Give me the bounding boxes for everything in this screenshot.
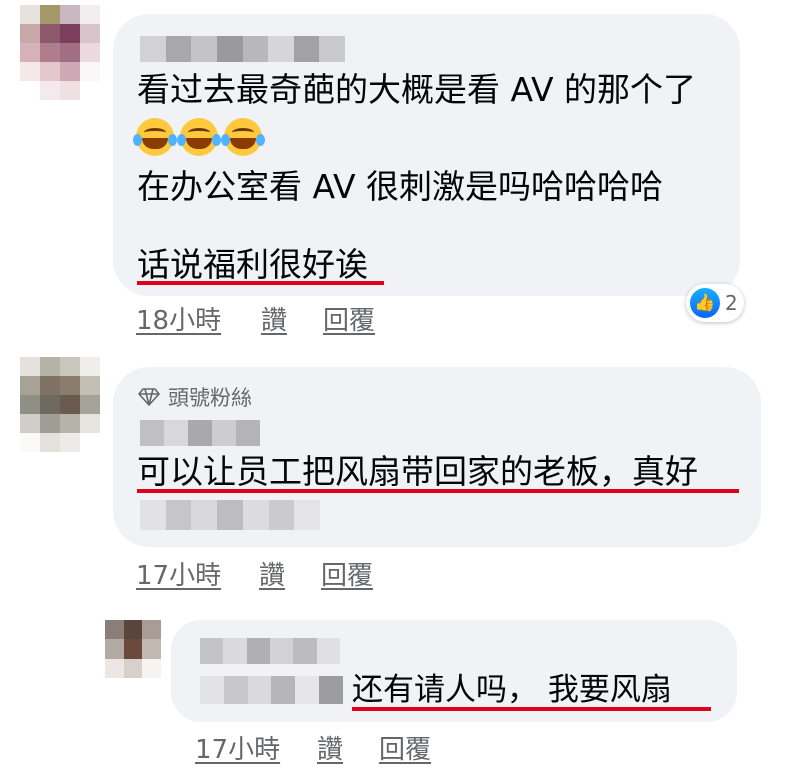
avatar[interactable] (20, 5, 100, 100)
commenter-name-redacted[interactable] (140, 420, 260, 446)
timestamp-link[interactable]: 17小時 (136, 555, 221, 592)
timestamp-link[interactable]: 17小時 (195, 729, 280, 766)
face-with-tears-of-joy-icon (177, 118, 221, 156)
comment-text-line-highlighted: 还有请人吗， 我要风扇 (352, 672, 672, 708)
avatar[interactable] (20, 357, 100, 452)
timestamp-link[interactable]: 18小時 (136, 300, 221, 337)
reply-button[interactable]: 回覆 (379, 729, 431, 766)
highlight-underline (137, 489, 739, 493)
highlight-underline (352, 707, 711, 711)
like-button[interactable]: 讚 (317, 729, 343, 766)
highlight-underline (137, 281, 384, 285)
badge-label: 頭號粉絲 (168, 386, 252, 410)
like-button[interactable]: 讚 (261, 300, 287, 337)
commenter-name-redacted[interactable] (140, 36, 345, 62)
comment-text-line: 在办公室看 AV 很刺激是吗哈哈哈哈 (137, 167, 664, 206)
reply-button[interactable]: 回覆 (323, 300, 375, 337)
reaction-summary[interactable]: 👍 2 (686, 284, 744, 322)
comment-text-line: 看过去最奇葩的大概是看 AV 的那个了 (137, 70, 697, 109)
reaction-count: 2 (725, 291, 738, 315)
comment-text-redacted (140, 500, 321, 530)
comment-text-line-highlighted: 可以让员工把风扇带回家的老板，真好 (137, 452, 698, 491)
diamond-icon (138, 388, 160, 406)
comment-emoji-row (133, 118, 268, 156)
avatar[interactable] (105, 620, 161, 678)
comment-text-line-highlighted: 话说福利很好诶 (137, 245, 368, 284)
like-reaction-icon: 👍 (690, 288, 720, 318)
top-fan-badge[interactable]: 頭號粉絲 (138, 382, 252, 412)
like-button[interactable]: 讚 (259, 555, 285, 592)
reply-button[interactable]: 回覆 (321, 555, 373, 592)
face-with-tears-of-joy-icon (133, 118, 177, 156)
comment-text-redacted (200, 676, 343, 704)
face-with-tears-of-joy-icon (221, 118, 265, 156)
commenter-name-redacted[interactable] (200, 638, 340, 664)
